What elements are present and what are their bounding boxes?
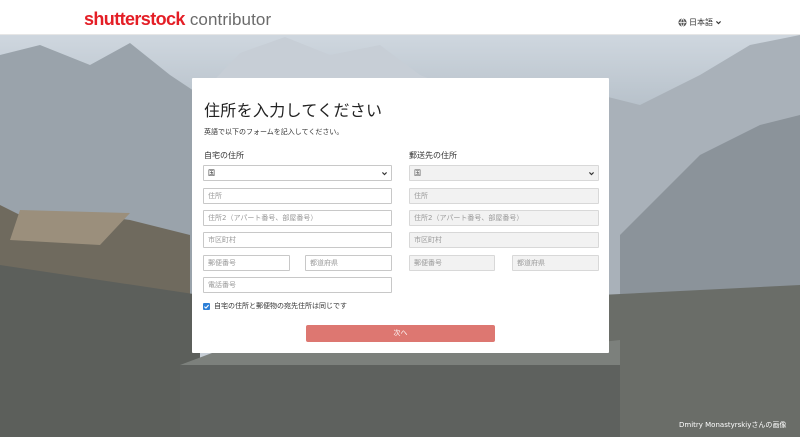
mailing-address-field[interactable]: 住所: [409, 188, 599, 204]
logo-brand: shutterstock: [84, 9, 185, 29]
home-city-field[interactable]: 市区町村: [203, 232, 392, 248]
mailing-address-heading: 郵送先の住所: [409, 151, 457, 160]
mailing-address2-field[interactable]: 住所2（アパート番号、部屋番号）: [409, 210, 599, 226]
home-phone-field[interactable]: 電話番号: [203, 277, 392, 293]
language-label: 日本語: [689, 18, 713, 27]
logo-suffix: contributor: [189, 10, 272, 29]
same-address-label: 自宅の住所と郵便物の宛先住所は同じです: [214, 302, 347, 310]
next-button[interactable]: 次へ: [306, 325, 495, 342]
shutterstock-contributor-logo[interactable]: shutterstock contributor: [84, 9, 271, 29]
photo-credit: Dmitry Monastyrskiyさんの画像: [679, 421, 787, 429]
home-address-field[interactable]: 住所: [203, 188, 392, 204]
home-address2-field[interactable]: 住所2（アパート番号、部屋番号）: [203, 210, 392, 226]
mailing-city-field[interactable]: 市区町村: [409, 232, 599, 248]
address-form-card: 住所を入力してください 英語で以下のフォームを記入してください。 自宅の住所 郵…: [192, 78, 609, 353]
home-prefecture-field[interactable]: 都道府県: [305, 255, 392, 271]
home-postal-field[interactable]: 郵便番号: [203, 255, 290, 271]
page-title: 住所を入力してください: [204, 101, 383, 120]
home-country-value: 国: [208, 169, 215, 177]
home-country-select[interactable]: 国: [203, 165, 392, 181]
home-address-heading: 自宅の住所: [204, 151, 244, 160]
mailing-postal-field[interactable]: 郵便番号: [409, 255, 495, 271]
language-selector[interactable]: 日本語: [678, 17, 722, 28]
chevron-down-icon: [382, 172, 387, 176]
form-instructions: 英語で以下のフォームを記入してください。: [204, 128, 344, 136]
chevron-down-icon: [716, 21, 721, 25]
globe-icon: [678, 18, 687, 27]
top-header: shutterstock contributor 日本語: [0, 0, 800, 35]
mailing-prefecture-field[interactable]: 都道府県: [512, 255, 599, 271]
same-address-checkbox-row[interactable]: 自宅の住所と郵便物の宛先住所は同じです: [203, 301, 347, 311]
mailing-country-select[interactable]: 国: [409, 165, 599, 181]
checkmark-icon: [204, 304, 210, 309]
same-address-checkbox[interactable]: [203, 302, 210, 310]
chevron-down-icon: [589, 172, 594, 176]
mailing-country-value: 国: [414, 169, 421, 177]
